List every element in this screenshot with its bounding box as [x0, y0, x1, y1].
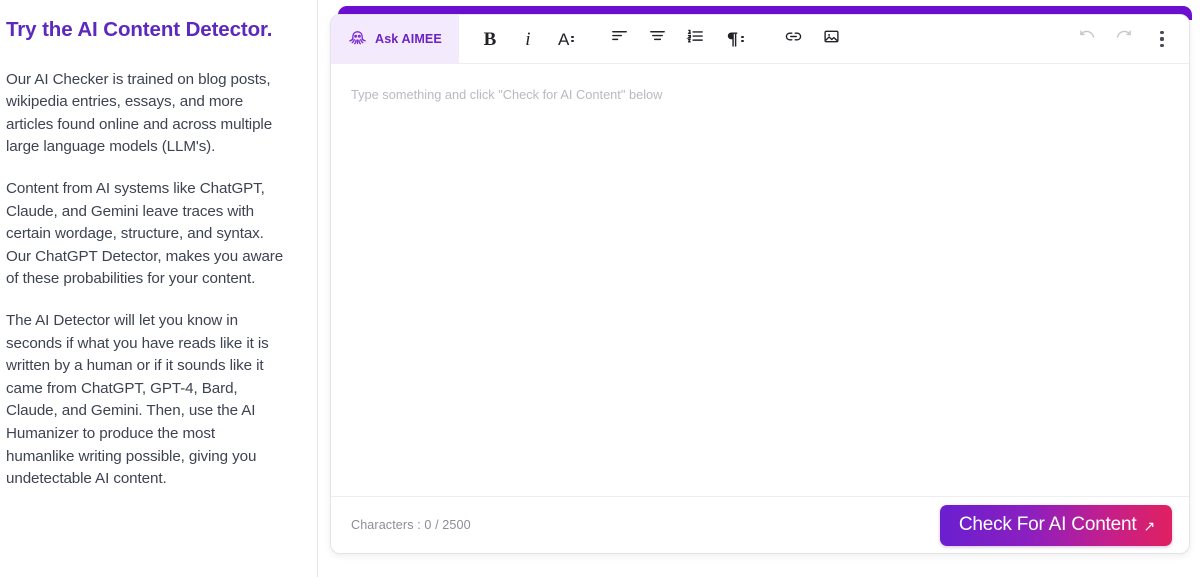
editor-column: Ask AIMEE B i A [318, 0, 1200, 577]
editor-toolbar: Ask AIMEE B i A [331, 15, 1189, 64]
ask-aimee-label: Ask AIMEE [375, 32, 442, 46]
character-count: Characters : 0 / 2500 [351, 518, 471, 532]
text-style-label: A [558, 31, 569, 48]
paragraph-style-button[interactable] [715, 15, 753, 63]
intro-paragraph-2: Content from AI systems like ChatGPT, Cl… [6, 178, 287, 291]
more-options-button[interactable] [1143, 15, 1181, 63]
editor-text-input[interactable]: Type something and click "Check for AI C… [331, 64, 1189, 496]
ordered-list-button[interactable] [677, 15, 715, 63]
toolbar-divider-gap-1 [585, 15, 601, 63]
undo-icon [1077, 27, 1096, 51]
image-button[interactable] [813, 15, 851, 63]
ask-aimee-button[interactable]: Ask AIMEE [331, 15, 459, 63]
editor-placeholder: Type something and click "Check for AI C… [351, 86, 1169, 104]
editor-card: Ask AIMEE B i A [330, 14, 1190, 554]
paragraph-style-icon [724, 31, 743, 48]
align-center-button[interactable] [639, 15, 677, 63]
page-title: Try the AI Content Detector. [6, 17, 287, 43]
ordered-list-icon [686, 27, 705, 51]
ai-content-detector-page: Try the AI Content Detector. Our AI Chec… [0, 0, 1200, 577]
bold-button[interactable]: B [471, 15, 509, 63]
insert-group [775, 15, 851, 63]
text-format-group: B i A [459, 15, 585, 63]
more-vertical-icon [1160, 31, 1163, 47]
italic-button[interactable]: i [509, 15, 547, 63]
bold-label: B [484, 30, 497, 49]
intro-paragraph-3: The AI Detector will let you know in sec… [6, 310, 287, 491]
italic-label: i [525, 30, 530, 49]
align-left-icon [610, 27, 629, 51]
align-center-icon [648, 27, 667, 51]
link-icon [784, 27, 803, 51]
chevron-dots-icon [741, 36, 743, 43]
chevron-dots-icon [571, 36, 573, 43]
align-left-button[interactable] [601, 15, 639, 63]
undo-button[interactable] [1067, 15, 1105, 63]
arrow-up-right-icon: ↗ [1143, 519, 1155, 533]
text-style-icon: A [558, 31, 574, 48]
check-for-ai-content-button[interactable]: Check For AI Content ↗ [940, 505, 1172, 546]
redo-icon [1115, 27, 1134, 51]
paragraph-format-group [601, 15, 753, 63]
octopus-icon [347, 29, 368, 50]
image-icon [822, 27, 841, 51]
text-style-button[interactable]: A [547, 15, 585, 63]
editor-footer: Characters : 0 / 2500 Check For AI Conte… [331, 496, 1189, 553]
editor-wrapper: Ask AIMEE B i A [330, 6, 1192, 555]
link-button[interactable] [775, 15, 813, 63]
toolbar-divider-gap-2 [753, 15, 775, 63]
toolbar-right-group [1067, 15, 1181, 63]
check-button-label: Check For AI Content [959, 514, 1137, 536]
marketing-copy-column: Try the AI Content Detector. Our AI Chec… [0, 0, 318, 577]
redo-button[interactable] [1105, 15, 1143, 63]
intro-paragraph-1: Our AI Checker is trained on blog posts,… [6, 69, 287, 159]
